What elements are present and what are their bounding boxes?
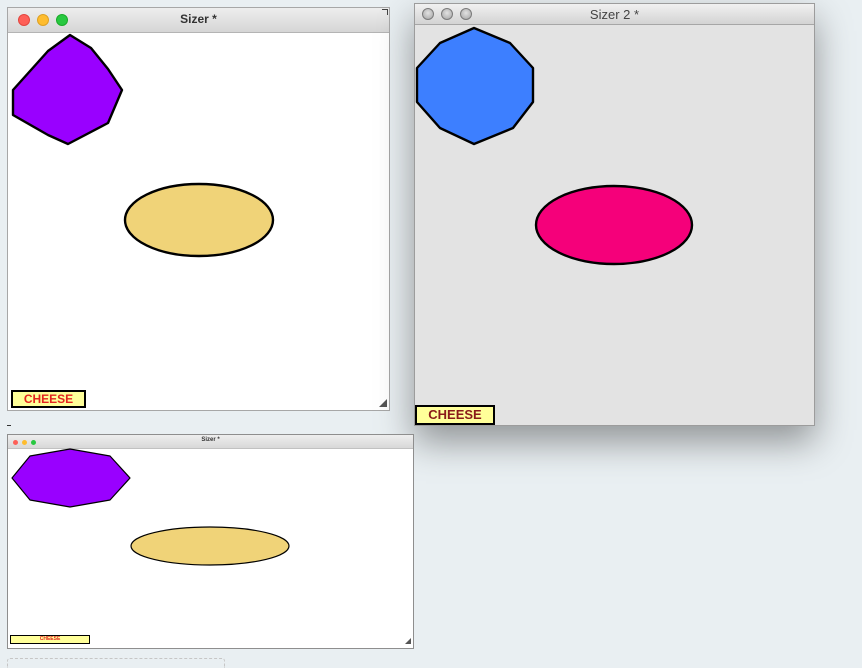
divider: [7, 425, 11, 426]
octagon-shape[interactable]: [10, 448, 132, 508]
title-bar[interactable]: Sizer *: [8, 8, 389, 33]
title-bar[interactable]: Sizer 2 *: [415, 4, 814, 25]
octagon-shape[interactable]: [415, 26, 536, 147]
ellipse-shape[interactable]: [534, 184, 696, 268]
sizer-2-window[interactable]: Sizer 2 * CHEESE: [414, 3, 815, 426]
window-title: Sizer *: [201, 437, 220, 443]
title-bar[interactable]: Sizer *: [8, 435, 413, 449]
window-title: Sizer 2 *: [589, 7, 640, 22]
sizer-window[interactable]: Sizer * CHEESE: [7, 7, 390, 411]
cheese-badge[interactable]: CHEESE: [11, 390, 86, 408]
octagon-shape[interactable]: [11, 33, 127, 147]
window-title: Sizer *: [180, 12, 217, 26]
sizer-thumbnail-window[interactable]: Sizer * CHEESE: [7, 434, 414, 649]
ellipse-shape[interactable]: [122, 182, 276, 262]
cheese-badge[interactable]: CHEESE: [415, 405, 495, 425]
ellipse-shape[interactable]: [129, 526, 291, 568]
resize-grip-icon[interactable]: [405, 638, 411, 644]
bottom-frame: [7, 658, 225, 668]
corner-marker: [382, 9, 388, 15]
resize-grip-icon[interactable]: [379, 399, 387, 407]
cheese-badge[interactable]: CHEESE: [10, 635, 90, 644]
